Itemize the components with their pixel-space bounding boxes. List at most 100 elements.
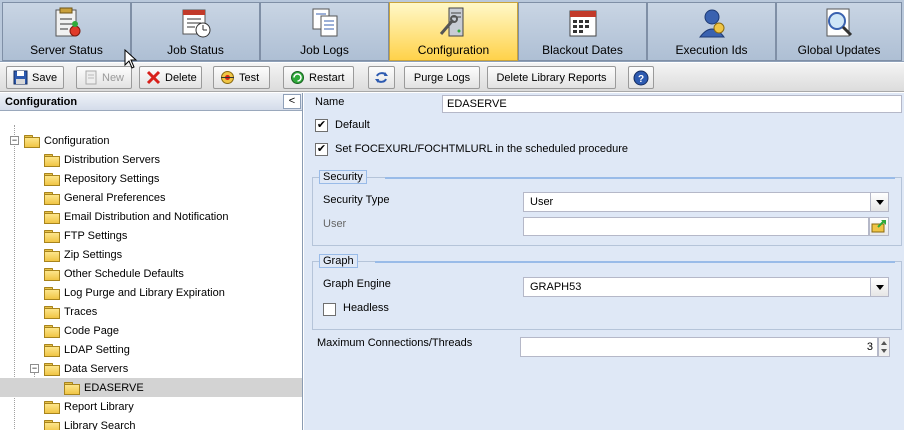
- delete-button[interactable]: Delete: [139, 66, 202, 89]
- mouse-cursor-icon: [124, 48, 138, 69]
- tab-global-updates[interactable]: Global Updates: [776, 2, 902, 61]
- tree-node-label: EDASERVE: [84, 381, 144, 394]
- tab-label: Global Updates: [797, 43, 881, 57]
- save-button[interactable]: Save: [6, 66, 64, 89]
- tab-label: Job Status: [167, 43, 224, 57]
- folder-icon: [44, 343, 60, 357]
- tab-job-status[interactable]: Job Status: [131, 2, 260, 61]
- security-type-value: User: [530, 196, 554, 208]
- folder-icon: [44, 267, 60, 281]
- tree-node-ftp-settings[interactable]: FTP Settings: [44, 226, 127, 245]
- folder-icon: [44, 229, 60, 243]
- execution-ids-icon: [695, 6, 729, 40]
- collapse-panel-button[interactable]: <: [283, 94, 301, 109]
- tree-node-label: Library Search: [64, 419, 136, 430]
- folder-icon: [44, 324, 60, 338]
- tree-node-label: Traces: [64, 305, 98, 318]
- focexurl-checkbox[interactable]: ✔: [315, 143, 328, 156]
- tree-node-label: Log Purge and Library Expiration: [64, 286, 225, 299]
- tab-server-status[interactable]: Server Status: [2, 2, 131, 61]
- browse-user-button[interactable]: [869, 217, 889, 236]
- tree-node-distribution-servers[interactable]: Distribution Servers: [44, 150, 160, 169]
- restart-button[interactable]: Restart: [283, 66, 354, 89]
- max-connections-input[interactable]: [520, 337, 878, 357]
- restart-icon: [290, 70, 305, 85]
- restart-label: Restart: [309, 71, 345, 84]
- tree-node-report-library[interactable]: Report Library: [44, 397, 134, 416]
- tab-label: Configuration: [417, 43, 490, 57]
- folder-open-arrow-icon: [870, 220, 888, 238]
- tree-node-general-preferences[interactable]: General Preferences: [44, 188, 166, 207]
- max-connections-label: Maximum Connections/Threads: [317, 337, 473, 349]
- graph-legend: Graph: [319, 254, 358, 268]
- headless-checkbox[interactable]: [323, 303, 336, 316]
- user-input[interactable]: [523, 217, 869, 236]
- delete-label: Delete: [165, 71, 197, 84]
- test-target-icon: [220, 70, 235, 85]
- tree-node-zip-settings[interactable]: Zip Settings: [44, 245, 122, 264]
- tab-blackout-dates[interactable]: Blackout Dates: [518, 2, 647, 61]
- tree-node-code-page[interactable]: Code Page: [44, 321, 119, 340]
- tree-node-email-distribution[interactable]: Email Distribution and Notification: [44, 207, 228, 226]
- spinner-arrows-icon: [881, 341, 887, 353]
- configuration-icon: [437, 6, 471, 40]
- tree-node-label: Repository Settings: [64, 172, 160, 185]
- folder-icon: [44, 419, 60, 430]
- tree-node-label: Configuration: [44, 134, 110, 147]
- new-document-icon: [83, 70, 98, 85]
- tab-job-logs[interactable]: Job Logs: [260, 2, 389, 61]
- folder-icon: [44, 172, 60, 186]
- tree-node-label: Other Schedule Defaults: [64, 267, 184, 280]
- tree-node-other-schedule-defaults[interactable]: Other Schedule Defaults: [44, 264, 184, 283]
- tab-execution-ids[interactable]: Execution Ids: [647, 2, 776, 61]
- security-legend: Security: [319, 170, 367, 184]
- tab-configuration[interactable]: Configuration: [389, 2, 518, 61]
- collapse-toggle-icon[interactable]: −: [10, 136, 19, 145]
- name-label: Name: [315, 96, 345, 108]
- tree-node-ldap-setting[interactable]: LDAP Setting: [44, 340, 130, 359]
- default-checkbox[interactable]: ✔: [315, 119, 328, 132]
- floppy-disk-icon: [13, 70, 28, 85]
- test-label: Test: [239, 71, 260, 84]
- svg-text:?: ?: [638, 74, 644, 85]
- global-updates-icon: [822, 6, 856, 40]
- tree-node-label: Distribution Servers: [64, 153, 160, 166]
- save-label: Save: [32, 71, 58, 84]
- help-button[interactable]: ?: [628, 66, 654, 89]
- tree-node-traces[interactable]: Traces: [44, 302, 97, 321]
- folder-icon: [44, 286, 60, 300]
- headless-label: Headless: [343, 302, 389, 314]
- default-label: Default: [335, 119, 370, 131]
- max-connections-spinner[interactable]: [878, 337, 890, 357]
- tree-node-edaserve[interactable]: EDASERVE: [0, 378, 302, 397]
- folder-icon: [44, 400, 60, 414]
- focexurl-label: Set FOCEXURL/FOCHTMLURL in the scheduled…: [335, 143, 629, 155]
- tree-node-configuration[interactable]: − Configuration: [10, 131, 109, 150]
- tab-label: Job Logs: [300, 43, 349, 57]
- folder-icon: [44, 362, 60, 376]
- tree-node-label: FTP Settings: [64, 229, 128, 242]
- tree-node-data-servers[interactable]: − Data Servers: [30, 359, 128, 378]
- tree-node-label: Report Library: [64, 400, 134, 413]
- panel-header: Configuration <: [0, 93, 302, 111]
- new-button[interactable]: New: [76, 66, 132, 89]
- test-button[interactable]: Test: [213, 66, 270, 89]
- tree-node-log-purge[interactable]: Log Purge and Library Expiration: [44, 283, 225, 302]
- tree-node-label: LDAP Setting: [64, 343, 130, 356]
- tab-label: Server Status: [30, 43, 103, 57]
- graph-engine-label: Graph Engine: [323, 278, 391, 290]
- delete-library-reports-button[interactable]: Delete Library Reports: [487, 66, 616, 89]
- name-input[interactable]: [442, 95, 902, 113]
- security-type-select[interactable]: User: [523, 192, 889, 212]
- tree-node-library-search[interactable]: Library Search: [44, 416, 136, 430]
- tree-node-repository-settings[interactable]: Repository Settings: [44, 169, 159, 188]
- graph-engine-select[interactable]: GRAPH53: [523, 277, 889, 297]
- refresh-button[interactable]: [368, 66, 395, 89]
- dropdown-arrow-icon[interactable]: [870, 278, 888, 296]
- folder-icon: [44, 153, 60, 167]
- purge-logs-button[interactable]: Purge Logs: [404, 66, 480, 89]
- folder-icon: [44, 305, 60, 319]
- collapse-toggle-icon[interactable]: −: [30, 364, 39, 373]
- refresh-icon: [374, 70, 389, 85]
- dropdown-arrow-icon[interactable]: [870, 193, 888, 211]
